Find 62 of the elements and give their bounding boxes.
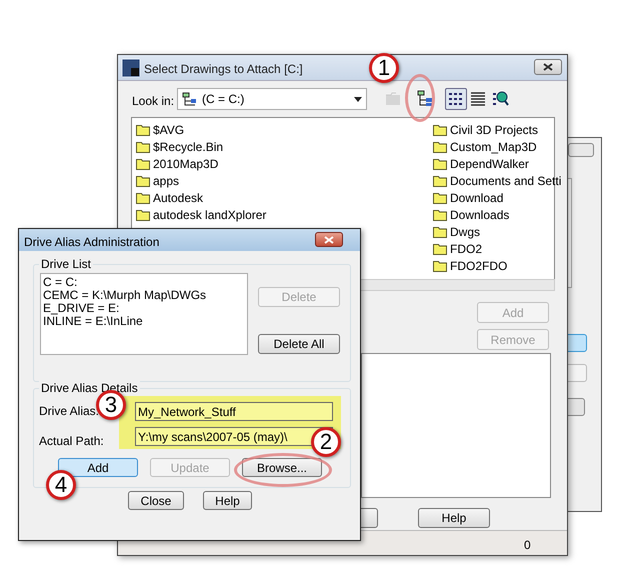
close-icon [324, 236, 334, 244]
look-in-dropdown[interactable]: (C = C:) [177, 88, 367, 110]
look-in-label: Look in: [132, 93, 174, 110]
folder-name[interactable]: Dwgs [450, 223, 480, 241]
list-item[interactable]: E_DRIVE = E: [43, 302, 245, 315]
window-title: Select Drawings to Attach [C:] [144, 61, 303, 78]
folder-name[interactable]: autodesk landXplorer [153, 206, 266, 224]
folder-icon [433, 260, 447, 272]
close-button[interactable] [315, 232, 343, 247]
button[interactable]: Help [203, 491, 252, 510]
folder-icon [433, 141, 447, 153]
folder-name[interactable]: DependWalker [450, 155, 529, 173]
button[interactable]: Delete All [258, 334, 340, 354]
close-button-background[interactable] [568, 143, 594, 157]
folder-icon [136, 141, 150, 153]
folder-name[interactable]: Autodesk [153, 189, 204, 207]
search-icon [491, 90, 509, 108]
folder-icon [136, 175, 150, 187]
button[interactable]: Browse... [242, 458, 322, 477]
folder-icon [136, 158, 150, 170]
folder-up-icon [384, 90, 402, 108]
highlight-ellipse [405, 74, 435, 122]
drive-tree-icon [416, 90, 434, 108]
folder-icon [433, 209, 447, 221]
close-button[interactable] [534, 59, 562, 75]
folder-name[interactable]: Custom_Map3D [450, 138, 537, 156]
folder-name[interactable]: $AVG [153, 121, 184, 139]
details-view-icon [469, 90, 487, 108]
folder-name[interactable]: apps [153, 172, 180, 190]
folder-name[interactable]: Downloads [450, 206, 510, 224]
button[interactable]: Close [128, 491, 184, 510]
folder-name[interactable]: FDO2 [450, 240, 482, 258]
list-item[interactable]: C = C: [43, 276, 245, 289]
folder-icon [136, 209, 150, 221]
folder-name[interactable]: Civil 3D Projects [450, 121, 538, 139]
status-text: 0 [524, 537, 531, 554]
dropdown-arrow-icon [354, 96, 362, 102]
folder-icon [433, 226, 447, 238]
folder-icon [136, 192, 150, 204]
folder-icon [136, 124, 150, 136]
folder-name[interactable]: FDO2FDO [450, 257, 508, 275]
list-view-icon [447, 90, 465, 108]
folder-name[interactable]: 2010Map3D [153, 155, 218, 173]
input-field[interactable]: My_Network_Stuff [135, 402, 333, 421]
folder-name[interactable]: $Recycle.Bin [153, 138, 224, 156]
button[interactable]: Add [58, 458, 138, 477]
folder-icon [433, 243, 447, 255]
folder-icon [433, 175, 447, 187]
window-title: Drive Alias Administration [24, 234, 160, 251]
button[interactable]: Help [418, 508, 490, 528]
list-item[interactable]: CEMC = K:\Murph Map\DWGs [43, 289, 245, 302]
toolbar-button[interactable] [445, 88, 467, 110]
drive-tree-icon [182, 92, 198, 106]
folder-icon [433, 192, 447, 204]
app-icon [122, 59, 140, 77]
folder-icon [433, 158, 447, 170]
folder-name[interactable]: Documents and Setti [450, 172, 562, 190]
dropdown-value: (C = C:) [202, 91, 246, 108]
folder-name[interactable]: Download [450, 189, 504, 207]
close-icon [543, 63, 553, 71]
field-label: Actual Path: [39, 433, 104, 450]
list-item[interactable]: INLINE = E:\InLine [43, 315, 245, 328]
